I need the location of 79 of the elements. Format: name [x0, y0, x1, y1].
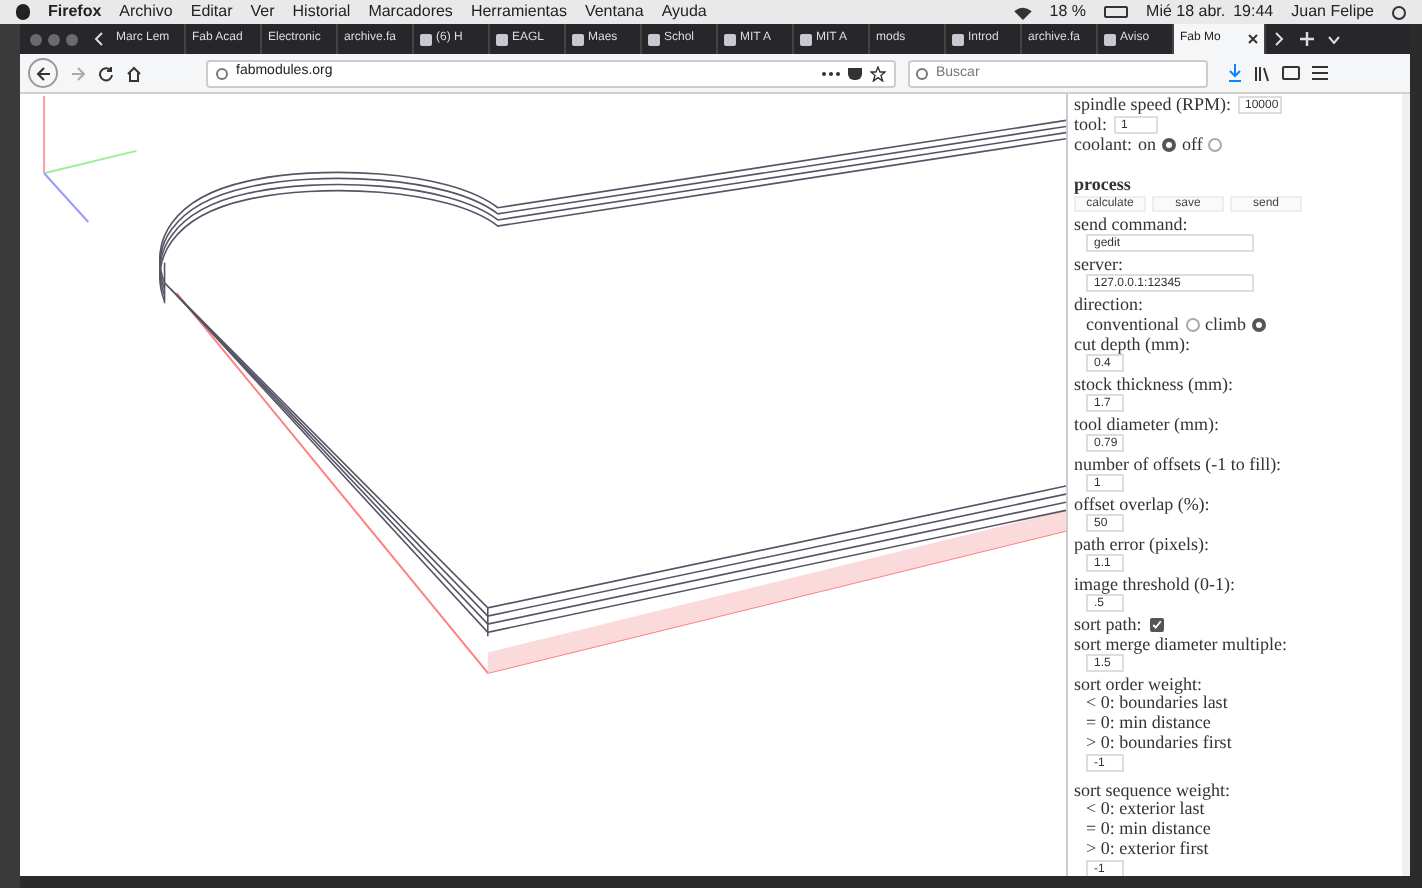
field-label: sort path:	[1074, 614, 1142, 634]
menu-icon[interactable]	[1312, 66, 1328, 80]
help-text: > 0: boundaries first	[1086, 732, 1232, 752]
menu-item[interactable]: Editar	[190, 0, 233, 24]
field-label: cut depth (mm):	[1074, 333, 1190, 353]
clock-time[interactable]: 19:44	[1233, 0, 1274, 24]
section-heading: process	[1074, 174, 1131, 194]
wifi-icon[interactable]	[1013, 5, 1032, 19]
radio-button[interactable]	[1252, 317, 1266, 331]
favicon-icon	[496, 33, 508, 45]
menu-item[interactable]: Ver	[250, 0, 275, 24]
field-label: offset overlap (%):	[1074, 493, 1210, 513]
library-icon[interactable]	[1254, 65, 1270, 81]
field-label: image threshold (0-1):	[1074, 573, 1235, 593]
field-label: sort order weight:	[1074, 673, 1202, 693]
menu-item[interactable]: Marcadores	[368, 0, 453, 24]
back-button[interactable]	[28, 58, 58, 88]
battery-percentage: 18 %	[1049, 0, 1087, 24]
field-label: tool:	[1074, 114, 1108, 134]
field-label: server:	[1074, 253, 1123, 273]
tab-list-icon[interactable]	[1328, 35, 1340, 43]
field-label: spindle speed (RPM):	[1074, 94, 1231, 114]
new-tab-icon[interactable]	[1300, 32, 1314, 46]
field-label: tool diameter (mm):	[1074, 413, 1219, 433]
favicon-icon	[572, 33, 584, 45]
download-icon[interactable]	[1228, 64, 1242, 82]
menu-item[interactable]: Archivo	[119, 0, 173, 24]
chevron-right-icon[interactable]	[1274, 32, 1284, 46]
zoom-window-button[interactable]	[66, 33, 78, 45]
help-text: < 0: boundaries last	[1086, 692, 1228, 712]
checkbox[interactable]	[1149, 617, 1164, 631]
favicon-icon	[1104, 33, 1116, 45]
bookmark-star-icon[interactable]	[870, 65, 886, 81]
radio-button[interactable]	[1208, 137, 1223, 151]
radio-button[interactable]	[1162, 137, 1176, 151]
pocket-icon[interactable]	[848, 67, 862, 79]
field-label: direction:	[1074, 294, 1143, 314]
axes-drawing	[43, 96, 137, 223]
menu-item[interactable]: Ventana	[584, 0, 644, 24]
reload-icon[interactable]	[98, 65, 114, 81]
back-arrow-icon[interactable]	[35, 65, 51, 81]
radio-button[interactable]	[1185, 317, 1199, 331]
field-label: path error (pixels):	[1074, 533, 1209, 553]
home-icon[interactable]	[126, 65, 142, 81]
user-name[interactable]: Juan Felipe	[1291, 0, 1374, 24]
favicon-icon	[724, 33, 736, 45]
field-label: sort merge diameter multiple:	[1074, 633, 1288, 653]
battery-icon[interactable]	[1104, 6, 1129, 18]
favicon-icon	[420, 33, 432, 45]
field-label: coolant:	[1074, 134, 1132, 154]
field-label: stock thickness (mm):	[1074, 373, 1233, 393]
menu-item[interactable]: Historial	[292, 0, 351, 24]
help-text: = 0: min distance	[1086, 712, 1211, 732]
info-icon[interactable]	[216, 67, 228, 79]
close-window-button[interactable]	[30, 33, 42, 45]
radio-label: climb	[1205, 314, 1246, 334]
radio-label: on	[1138, 134, 1156, 154]
help-text: > 0: exterior first	[1086, 838, 1209, 858]
menu-item[interactable]: Firefox	[48, 0, 102, 24]
favicon-icon	[800, 33, 812, 45]
search-icon[interactable]	[1392, 5, 1406, 19]
favicon-icon	[648, 33, 660, 45]
radio-label: off	[1182, 134, 1203, 154]
help-text: < 0: exterior last	[1086, 798, 1205, 818]
search-icon	[916, 67, 928, 79]
menu-item[interactable]: Ayuda	[661, 0, 707, 24]
favicon-icon	[952, 33, 964, 45]
field-label: send command:	[1074, 213, 1188, 233]
chevron-left-icon[interactable]	[94, 32, 104, 46]
close-icon[interactable]	[1248, 34, 1258, 44]
menu-item[interactable]: Herramientas	[470, 0, 567, 24]
field-label: sort sequence weight:	[1074, 779, 1230, 799]
clock-date[interactable]: Mié 18 abr.	[1146, 0, 1226, 24]
field-label: number of offsets (-1 to fill):	[1074, 453, 1282, 473]
sidebar-icon[interactable]	[1282, 66, 1300, 80]
help-text: = 0: min distance	[1086, 818, 1211, 838]
apple-logo-icon[interactable]	[16, 4, 30, 20]
minimize-window-button[interactable]	[48, 33, 60, 45]
radio-label: conventional	[1086, 314, 1179, 334]
